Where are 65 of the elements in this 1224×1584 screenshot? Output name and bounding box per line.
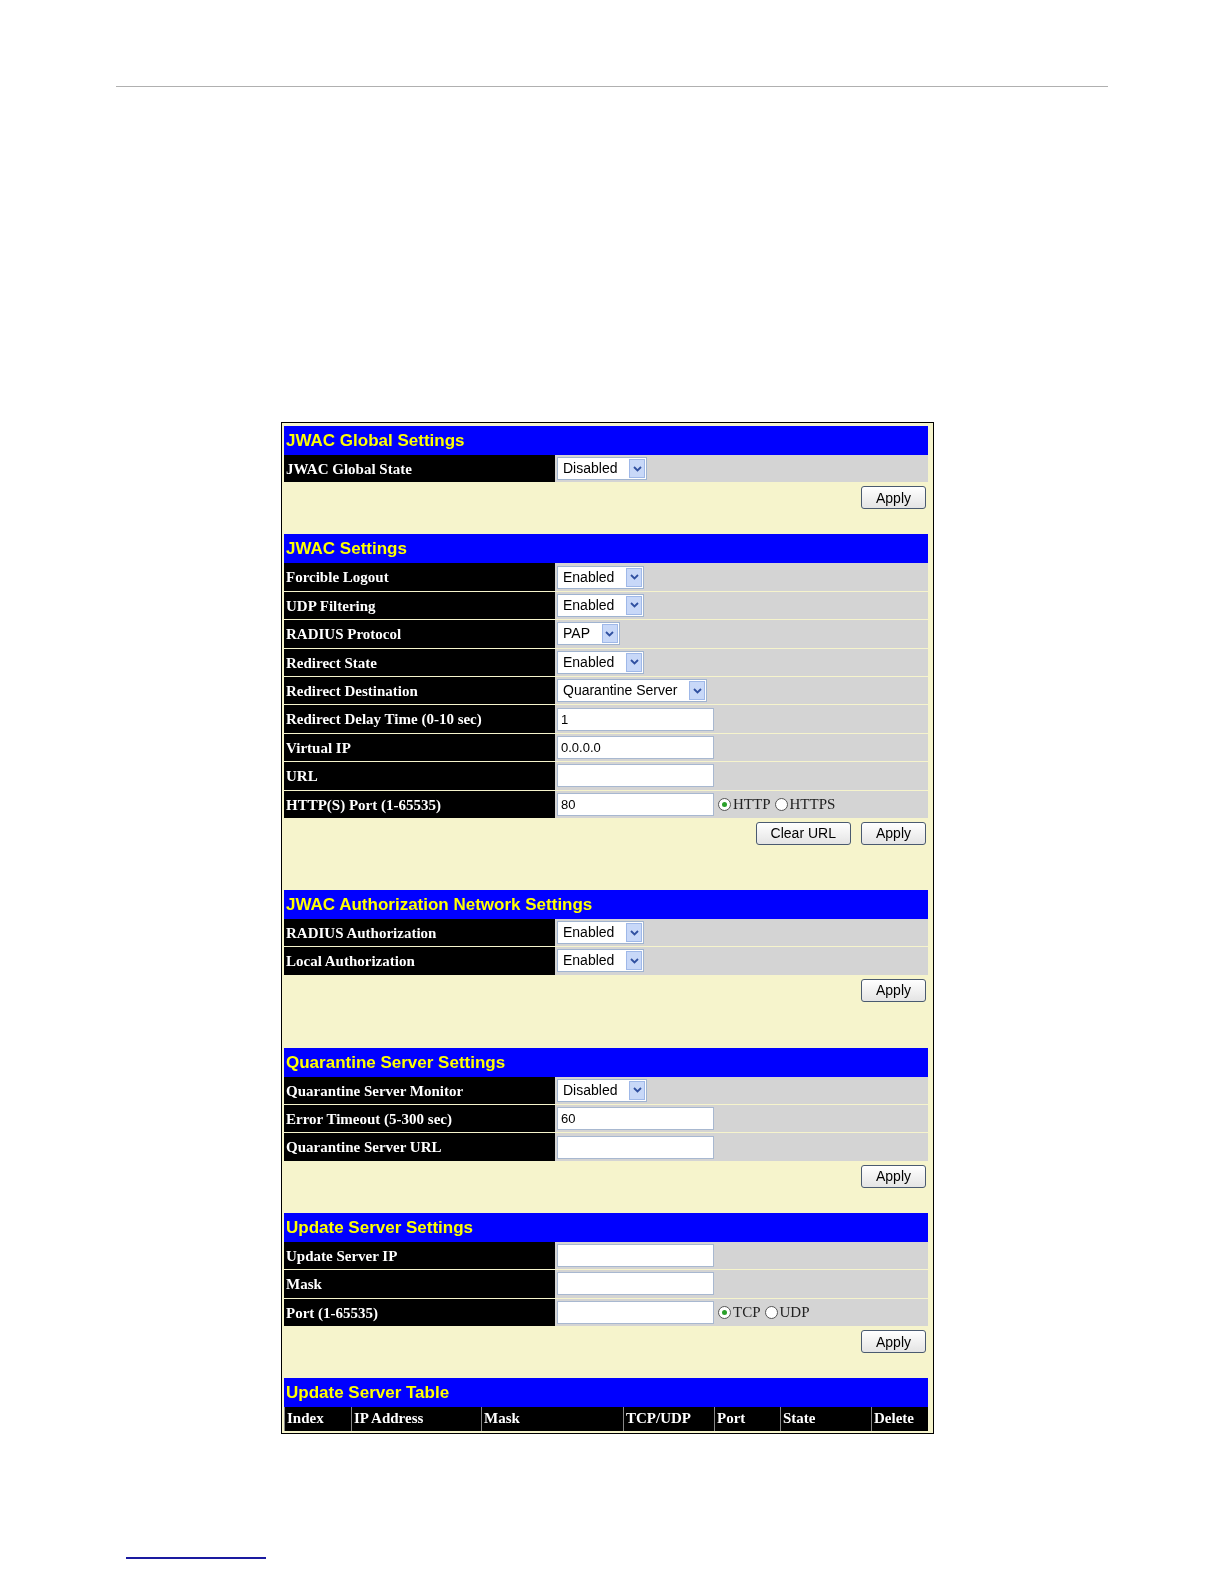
chevron-down-icon xyxy=(626,923,643,943)
section-header: Update Server Table xyxy=(284,1378,928,1408)
chevron-down-icon xyxy=(626,595,643,615)
field-label: JWAC Global State xyxy=(284,455,555,483)
radio-button[interactable] xyxy=(718,797,731,811)
dropdown[interactable]: Enabled xyxy=(557,921,645,945)
field-label: Redirect State xyxy=(284,648,555,676)
input-field[interactable] xyxy=(557,1135,714,1159)
input-field[interactable]: 0.0.0.0 xyxy=(557,735,714,759)
input-field[interactable]: 1 xyxy=(557,707,714,731)
field-label: Update Server IP xyxy=(284,1241,555,1270)
input-field[interactable]: 80 xyxy=(557,792,714,816)
section-header: JWAC Authorization Network Settings xyxy=(284,889,928,919)
radio-label: HTTP xyxy=(733,794,771,814)
dropdown[interactable]: Disabled xyxy=(557,1078,648,1102)
field-label: Quarantine Server URL xyxy=(284,1133,555,1161)
radio-button[interactable] xyxy=(764,1305,778,1319)
chevron-down-icon xyxy=(626,652,643,672)
field-label: Local Authorization xyxy=(284,947,555,975)
chevron-down-icon xyxy=(629,1080,646,1100)
input-field[interactable]: 60 xyxy=(557,1107,714,1131)
chevron-down-icon xyxy=(629,459,646,479)
dropdown[interactable]: Enabled xyxy=(557,593,645,617)
radio-button[interactable] xyxy=(718,1305,731,1319)
section-header: Quarantine Server Settings xyxy=(284,1047,928,1077)
radio-label: HTTPS xyxy=(789,794,836,814)
form-button[interactable]: Apply xyxy=(860,821,926,845)
dropdown[interactable]: Disabled xyxy=(557,457,648,481)
section-header: JWAC Settings xyxy=(284,534,928,564)
radio-button[interactable] xyxy=(774,797,788,811)
field-label: Forcible Logout xyxy=(284,563,555,591)
input-field[interactable] xyxy=(557,764,714,788)
input-field[interactable] xyxy=(557,1300,714,1324)
field-label: Mask xyxy=(284,1270,555,1298)
dropdown[interactable]: Enabled xyxy=(557,949,645,973)
input-field[interactable] xyxy=(557,1244,714,1268)
chevron-down-icon xyxy=(602,624,618,644)
chevron-down-icon xyxy=(689,681,706,701)
field-label: UDP Filtering xyxy=(284,591,555,620)
form-button[interactable]: Apply xyxy=(860,486,926,510)
field-label: Quarantine Server Monitor xyxy=(284,1076,555,1105)
form-button[interactable]: Apply xyxy=(860,1330,926,1354)
form-button[interactable]: Apply xyxy=(860,978,926,1002)
field-label: HTTP(S) Port (1-65535) xyxy=(284,790,555,818)
form-button[interactable]: Clear URL xyxy=(755,821,851,845)
dropdown[interactable]: Quarantine Server xyxy=(557,679,708,703)
field-label: RADIUS Protocol xyxy=(284,620,555,648)
field-label: Port (1-65535) xyxy=(284,1298,555,1327)
field-label: Redirect Destination xyxy=(284,676,555,705)
dropdown[interactable]: Enabled xyxy=(557,650,645,674)
field-label: RADIUS Authorization xyxy=(284,918,555,947)
dropdown[interactable]: PAP xyxy=(557,622,620,646)
radio-label: TCP xyxy=(733,1303,761,1323)
chevron-down-icon xyxy=(626,567,643,587)
field-label: Error Timeout (5-300 sec) xyxy=(284,1105,555,1133)
section-header: Update Server Settings xyxy=(284,1212,928,1242)
dropdown[interactable]: Enabled xyxy=(557,565,645,589)
radio-label: UDP xyxy=(779,1303,810,1323)
form-button[interactable]: Apply xyxy=(860,1164,926,1188)
field-label: Virtual IP xyxy=(284,733,555,762)
input-field[interactable] xyxy=(557,1272,714,1296)
chevron-down-icon xyxy=(626,951,643,971)
section-header: JWAC Global Settings xyxy=(284,426,928,455)
field-label: Redirect Delay Time (0-10 sec) xyxy=(284,705,555,733)
field-label: URL xyxy=(284,762,555,790)
